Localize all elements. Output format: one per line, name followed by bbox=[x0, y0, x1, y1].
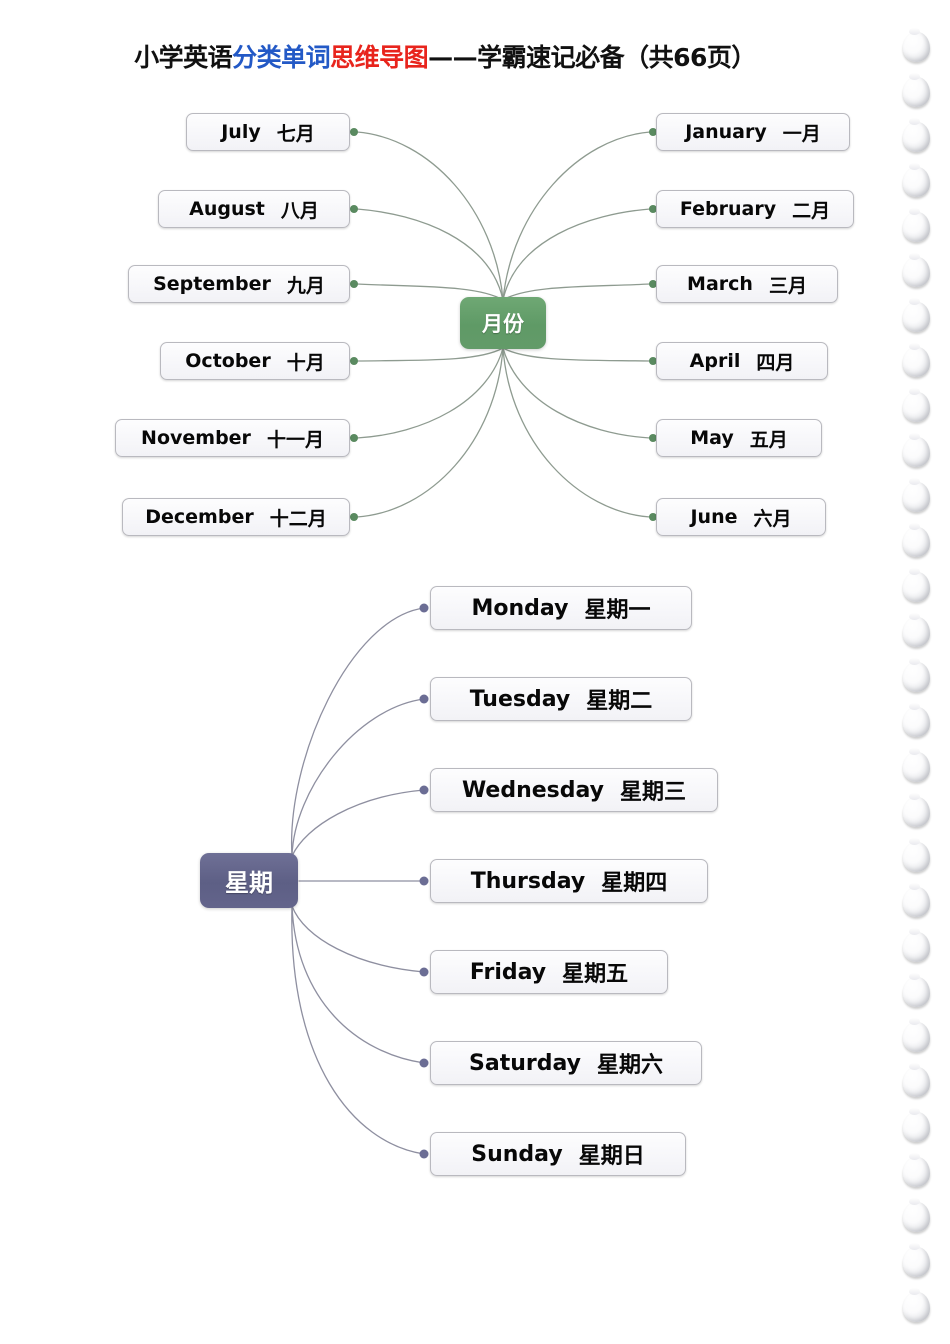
leaf-zh-label: 七月 bbox=[276, 122, 315, 145]
spiral-ring-icon bbox=[903, 1198, 930, 1232]
leaf-zh-label: 十月 bbox=[286, 351, 325, 374]
spiral-ring-icon bbox=[903, 793, 930, 827]
leaf-weekday-friday[interactable]: Friday 星期五 bbox=[430, 950, 668, 994]
leaf-month-may[interactable]: May 五月 bbox=[656, 419, 822, 457]
spiral-ring-icon bbox=[903, 1018, 930, 1052]
spiral-ring-icon bbox=[903, 478, 930, 512]
spiral-ring-icon bbox=[903, 118, 930, 152]
spiral-ring-icon bbox=[903, 163, 930, 197]
spiral-ring-icon bbox=[903, 1063, 930, 1097]
spiral-ring-icon bbox=[903, 343, 930, 377]
leaf-weekday-monday[interactable]: Monday 星期一 bbox=[430, 586, 692, 630]
hub-label-months: 月份 bbox=[482, 312, 524, 336]
title-part-3: 思维导图 bbox=[330, 43, 429, 72]
leaf-en-label: June bbox=[690, 506, 738, 528]
leaf-en-label: March bbox=[687, 273, 753, 295]
leaf-en-label: August bbox=[189, 198, 265, 220]
leaf-zh-label: 星期四 bbox=[601, 871, 668, 896]
spiral-ring-icon bbox=[903, 703, 930, 737]
leaf-zh-label: 星期六 bbox=[596, 1053, 663, 1078]
leaf-zh-label: 星期一 bbox=[584, 598, 651, 623]
hub-node-months[interactable]: 月份 bbox=[460, 297, 546, 349]
title-part-2: 分类单词 bbox=[232, 43, 331, 72]
leaf-zh-label: 六月 bbox=[753, 507, 792, 530]
spiral-ring-icon bbox=[903, 298, 930, 332]
spiral-binding bbox=[890, 0, 950, 1344]
worksheet-page: 小学英语分类单词思维导图——学霸速记必备（共66页） 月份 July 七月 Au… bbox=[0, 0, 950, 1344]
leaf-month-january[interactable]: January 一月 bbox=[656, 113, 850, 151]
leaf-zh-label: 星期五 bbox=[562, 962, 629, 987]
leaf-zh-label: 星期三 bbox=[620, 780, 687, 805]
spiral-ring-icon bbox=[903, 748, 930, 782]
leaf-weekday-sunday[interactable]: Sunday 星期日 bbox=[430, 1132, 686, 1176]
spiral-ring-icon bbox=[903, 523, 930, 557]
leaf-en-label: October bbox=[185, 350, 271, 372]
spiral-ring-icon bbox=[903, 28, 930, 62]
leaf-en-label: Tuesday bbox=[469, 686, 571, 712]
spiral-ring-icon bbox=[903, 388, 930, 422]
spiral-ring-icon bbox=[903, 568, 930, 602]
leaf-month-august[interactable]: August 八月 bbox=[158, 190, 350, 228]
leaf-month-october[interactable]: October 十月 bbox=[160, 342, 350, 380]
spiral-ring-icon bbox=[903, 838, 930, 872]
leaf-month-september[interactable]: September 九月 bbox=[128, 265, 350, 303]
leaf-month-march[interactable]: March 三月 bbox=[656, 265, 838, 303]
spiral-ring-icon bbox=[903, 973, 930, 1007]
leaf-en-label: Monday bbox=[471, 595, 569, 621]
leaf-zh-label: 三月 bbox=[768, 274, 807, 297]
leaf-en-label: February bbox=[679, 198, 777, 220]
leaf-zh-label: 二月 bbox=[792, 199, 831, 222]
title-part-1: 小学英语 bbox=[134, 43, 233, 72]
leaf-en-label: Sunday bbox=[471, 1141, 563, 1167]
title-part-4: ——学霸速记必备（共66页） bbox=[428, 43, 756, 72]
spiral-ring-icon bbox=[903, 1288, 930, 1322]
leaf-en-label: November bbox=[141, 427, 251, 449]
spiral-ring-icon bbox=[903, 1243, 930, 1277]
leaf-zh-label: 十二月 bbox=[269, 507, 327, 530]
leaf-weekday-tuesday[interactable]: Tuesday 星期二 bbox=[430, 677, 692, 721]
leaf-zh-label: 星期二 bbox=[586, 689, 653, 714]
leaf-month-july[interactable]: July 七月 bbox=[186, 113, 350, 151]
leaf-zh-label: 八月 bbox=[280, 199, 319, 222]
leaf-weekday-wednesday[interactable]: Wednesday 星期三 bbox=[430, 768, 718, 812]
spiral-ring-icon bbox=[903, 613, 930, 647]
hub-label-weekdays: 星期 bbox=[225, 869, 273, 897]
leaf-en-label: January bbox=[685, 121, 767, 143]
spiral-ring-icon bbox=[903, 1153, 930, 1187]
leaf-zh-label: 星期日 bbox=[578, 1144, 645, 1169]
leaf-en-label: September bbox=[153, 273, 271, 295]
connector-endpoint-dots-weekdays bbox=[419, 603, 429, 1159]
spiral-ring-icon bbox=[903, 433, 930, 467]
leaf-weekday-saturday[interactable]: Saturday 星期六 bbox=[430, 1041, 702, 1085]
spiral-ring-icon bbox=[903, 253, 930, 287]
leaf-weekday-thursday[interactable]: Thursday 星期四 bbox=[430, 859, 708, 903]
leaf-month-november[interactable]: November 十一月 bbox=[115, 419, 350, 457]
spiral-ring-icon bbox=[903, 1108, 930, 1142]
leaf-month-february[interactable]: February 二月 bbox=[656, 190, 854, 228]
leaf-en-label: Thursday bbox=[470, 868, 586, 894]
leaf-en-label: April bbox=[689, 350, 741, 372]
leaf-month-april[interactable]: April 四月 bbox=[656, 342, 828, 380]
spiral-ring-icon bbox=[903, 73, 930, 107]
leaf-zh-label: 五月 bbox=[749, 428, 788, 451]
spiral-ring-icon bbox=[903, 928, 930, 962]
leaf-en-label: Wednesday bbox=[461, 777, 605, 803]
leaf-en-label: December bbox=[145, 506, 254, 528]
page-title: 小学英语分类单词思维导图——学霸速记必备（共66页） bbox=[0, 38, 890, 74]
leaf-month-december[interactable]: December 十二月 bbox=[122, 498, 350, 536]
leaf-en-label: July bbox=[221, 121, 261, 143]
leaf-zh-label: 四月 bbox=[756, 351, 795, 374]
leaf-en-label: Saturday bbox=[469, 1050, 581, 1076]
leaf-month-june[interactable]: June 六月 bbox=[656, 498, 826, 536]
leaf-zh-label: 九月 bbox=[286, 274, 325, 297]
leaf-zh-label: 一月 bbox=[782, 122, 821, 145]
leaf-en-label: Friday bbox=[469, 959, 547, 985]
spiral-ring-icon bbox=[903, 208, 930, 242]
hub-node-weekdays[interactable]: 星期 bbox=[200, 853, 298, 908]
leaf-zh-label: 十一月 bbox=[266, 428, 324, 451]
leaf-en-label: May bbox=[690, 427, 734, 449]
spiral-ring-icon bbox=[903, 883, 930, 917]
spiral-ring-icon bbox=[903, 658, 930, 692]
